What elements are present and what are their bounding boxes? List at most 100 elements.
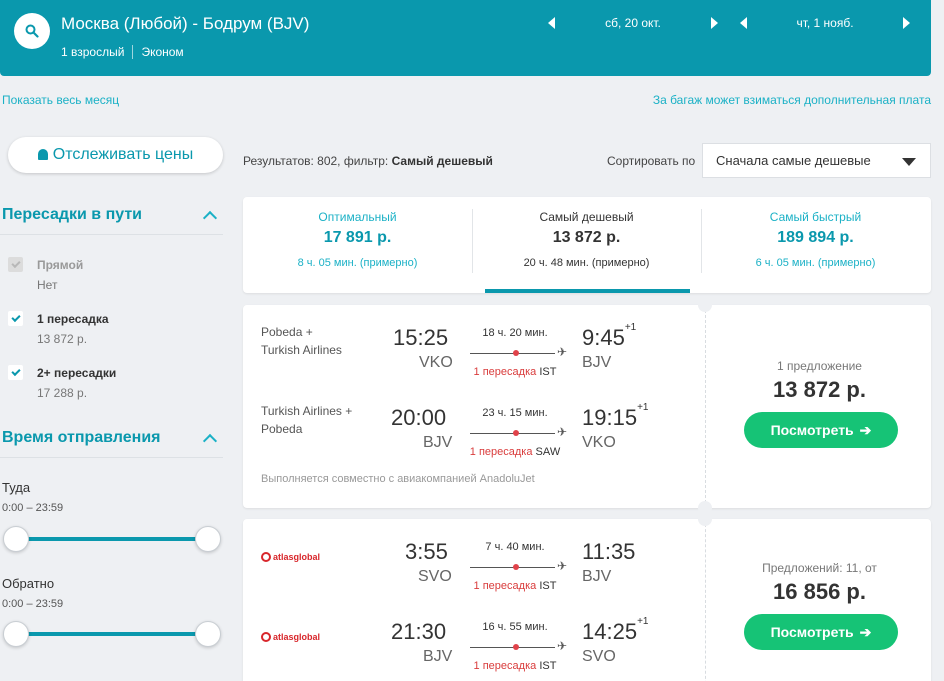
flight-price: 16 856 р.	[773, 579, 866, 604]
tab-duration: 8 ч. 05 мин. (примерно)	[297, 257, 418, 269]
sort-value: Сначала самые дешевые	[716, 153, 871, 168]
return-range: 0:00 – 23:59	[2, 598, 64, 610]
divider	[705, 519, 706, 681]
outbound-slider-max-handle[interactable]	[195, 526, 221, 552]
plane-icon: ✈	[557, 639, 568, 653]
divider	[0, 457, 223, 458]
tab-fastest[interactable]: Самый быстрый 189 894 р. 6 ч. 05 мин. (п…	[701, 197, 930, 293]
view-offer-label: Посмотреть	[770, 624, 854, 640]
search-header: Москва (Любой) - Бодрум (BJV) 1 взрослый…	[0, 0, 931, 76]
return-slider-min-handle[interactable]	[3, 621, 29, 647]
tab-price: 17 891 р.	[323, 229, 392, 246]
atlasglobal-logo: atlasglobal	[261, 552, 320, 562]
sort-tabs: Оптимальный 17 891 р. 8 ч. 05 мин. (прим…	[243, 197, 931, 293]
divider	[0, 234, 223, 235]
stops-two-plus-checkbox[interactable]	[8, 365, 23, 380]
plane-icon: ✈	[557, 425, 568, 439]
departure-airport: SVO	[418, 568, 452, 585]
offers-count: 1 предложение	[777, 359, 862, 373]
results-count: Результатов: 802, фильтр:	[243, 154, 389, 168]
arrow-right-icon: ➔	[859, 421, 872, 438]
return-slider-track[interactable]	[16, 632, 208, 636]
view-offer-button[interactable]: Посмотреть ➔	[744, 614, 898, 650]
check-icon	[10, 366, 21, 377]
arrival-time-value: 14:25	[582, 619, 638, 644]
view-offer-label: Посмотреть	[770, 422, 854, 438]
flight-card[interactable]: Pobeda + Turkish Airlines 15:25 VKO 18 ч…	[243, 298, 931, 515]
stop-info: 1 пересадка SAW	[463, 446, 567, 458]
arrival-airport: BJV	[582, 568, 612, 585]
flight-duration: 7 ч. 40 мин.	[485, 541, 545, 553]
bell-icon	[37, 148, 48, 160]
card-notch	[698, 512, 712, 526]
atlasglobal-logo-icon	[261, 552, 271, 562]
check-icon	[10, 312, 21, 323]
stops-filter-title[interactable]: Пересадки в пути	[2, 206, 142, 224]
stops-two-plus-price: 17 288 р.	[37, 386, 88, 400]
tab-price: 189 894 р.	[777, 229, 854, 246]
tab-duration: 20 ч. 48 мин. (примерно)	[523, 257, 650, 269]
return-slider-max-handle[interactable]	[195, 621, 221, 647]
stops-one-label[interactable]: 1 пересадка	[37, 312, 109, 326]
stops-direct-checkbox[interactable]	[8, 257, 23, 272]
outbound-slider-track[interactable]	[16, 537, 208, 541]
airline-name: Pobeda + Turkish Airlines	[261, 325, 342, 357]
results-summary: Результатов: 802, фильтр: Самый дешевый	[243, 154, 493, 168]
arrival-time-value: 19:15	[582, 405, 638, 430]
stop-airport: IST	[539, 366, 557, 378]
track-prices-label: Отслеживать цены	[52, 146, 194, 163]
stops-direct-price: Нет	[37, 278, 58, 292]
tab-title: Оптимальный	[318, 210, 397, 224]
departure-time: 15:25	[393, 325, 449, 350]
stop-dot	[513, 564, 519, 570]
departure-airport: VKO	[419, 354, 453, 371]
depart-date-nav: сб, 20 окт.	[548, 16, 718, 30]
next-return-date-icon[interactable]	[903, 17, 910, 29]
baggage-note-link[interactable]: За багаж может взиматься дополнительная …	[653, 93, 931, 107]
sort-select[interactable]: Сначала самые дешевые	[702, 143, 931, 178]
stops-one-checkbox[interactable]	[8, 311, 23, 326]
flight-card[interactable]: atlasglobal 3:55 SVO 7 ч. 40 мин. ✈ 1 пе…	[243, 512, 931, 681]
tab-optimal[interactable]: Оптимальный 17 891 р. 8 ч. 05 мин. (прим…	[243, 197, 472, 293]
prev-return-date-icon[interactable]	[740, 17, 747, 29]
atlasglobal-logo-icon	[261, 632, 271, 642]
view-offer-button[interactable]: Посмотреть ➔	[744, 412, 898, 448]
tab-price: 13 872 р.	[552, 229, 621, 246]
next-day-marker: +1	[624, 322, 637, 333]
next-day-marker: +1	[637, 616, 649, 627]
stop-info: 1 пересадка IST	[463, 580, 567, 592]
arrival-time: 19:15+1	[582, 402, 648, 431]
tab-duration: 6 ч. 05 мин. (примерно)	[755, 257, 876, 269]
chevron-up-icon[interactable]	[202, 433, 218, 449]
track-prices-button[interactable]: Отслеживать цены	[8, 137, 223, 173]
tab-title: Самый быстрый	[769, 210, 862, 224]
stop-count: 1 пересадка	[473, 580, 537, 592]
stops-two-plus-label[interactable]: 2+ пересадки	[37, 366, 116, 380]
prev-depart-date-icon[interactable]	[548, 17, 555, 29]
departure-time: 20:00	[391, 405, 447, 430]
active-tab-indicator	[485, 289, 690, 293]
outbound-label: Туда	[2, 480, 31, 495]
outbound-slider-min-handle[interactable]	[3, 526, 29, 552]
stop-info: 1 пересадка IST	[463, 366, 567, 378]
show-month-link[interactable]: Показать весь месяц	[2, 93, 119, 107]
card-notch	[698, 298, 712, 312]
route-title[interactable]: Москва (Любой) - Бодрум (BJV)	[61, 14, 309, 34]
return-date[interactable]: чт, 1 нояб.	[747, 16, 903, 30]
chevron-up-icon[interactable]	[202, 210, 218, 226]
search-icon	[25, 24, 39, 38]
departure-time-title[interactable]: Время отправления	[2, 429, 161, 447]
arrival-airport: SVO	[582, 648, 616, 665]
stop-info: 1 пересадка IST	[463, 660, 567, 672]
tab-cheapest[interactable]: Самый дешевый 13 872 р. 20 ч. 48 мин. (п…	[472, 197, 701, 293]
atlasglobal-logo: atlasglobal	[261, 632, 320, 642]
stops-direct-label: Прямой	[37, 258, 84, 272]
next-depart-date-icon[interactable]	[711, 17, 718, 29]
departure-airport: BJV	[423, 648, 453, 665]
caret-down-icon	[902, 158, 916, 166]
passenger-summary[interactable]: 1 взрослый Эконом	[61, 45, 184, 59]
depart-date[interactable]: сб, 20 окт.	[555, 16, 711, 30]
search-button[interactable]	[14, 13, 50, 49]
stop-airport: SAW	[535, 446, 561, 458]
arrival-time: 14:25+1	[582, 616, 649, 645]
